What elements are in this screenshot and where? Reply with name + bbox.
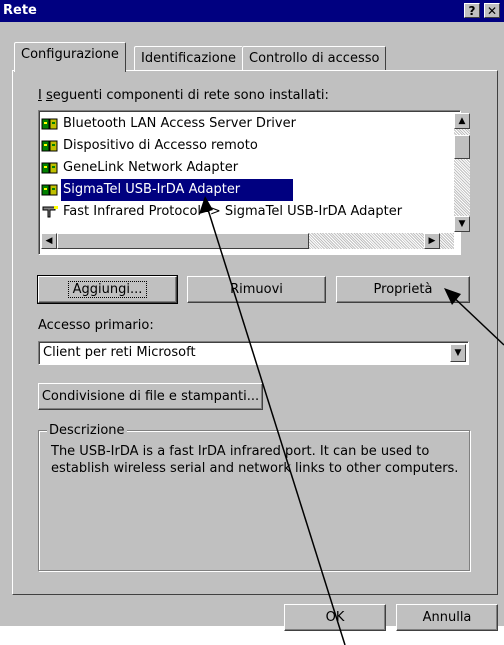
arrow-head-icon <box>199 196 213 214</box>
arrow-to-selected-adapter <box>204 199 346 645</box>
tab-configurazione[interactable]: Configurazione <box>14 42 126 72</box>
arrow-to-properties <box>447 291 504 346</box>
annotation-arrows <box>199 196 504 645</box>
